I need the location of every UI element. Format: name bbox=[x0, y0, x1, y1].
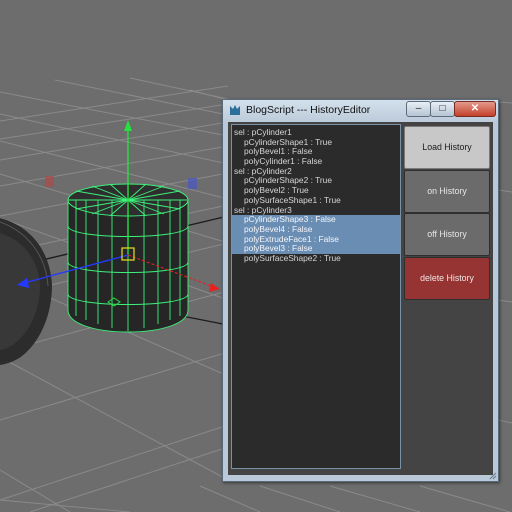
window-titlebar[interactable]: BlogScript --- HistoryEditor – □ ✕ bbox=[223, 100, 498, 122]
maya-window-icon bbox=[230, 105, 240, 115]
minimize-button[interactable]: – bbox=[406, 101, 431, 117]
resize-grip-icon[interactable] bbox=[489, 472, 497, 480]
window-content: sel : pCylinder1 pCylinderShape1 : True po… bbox=[228, 122, 493, 475]
close-icon: ✕ bbox=[470, 103, 480, 114]
close-button[interactable]: ✕ bbox=[454, 101, 496, 117]
minimize-icon: – bbox=[415, 103, 422, 114]
list-item[interactable]: polySurfaceShape2 : True bbox=[232, 253, 400, 264]
maximize-icon: □ bbox=[439, 103, 446, 114]
delete-history-button[interactable]: delete History bbox=[404, 257, 490, 300]
off-history-button[interactable]: off History bbox=[404, 213, 490, 256]
load-history-button[interactable]: Load History bbox=[404, 126, 490, 169]
window-title: BlogScript --- HistoryEditor bbox=[246, 104, 371, 116]
maximize-button[interactable]: □ bbox=[430, 101, 455, 117]
history-editor-window[interactable]: BlogScript --- HistoryEditor – □ ✕ sel :… bbox=[222, 99, 499, 482]
on-history-button[interactable]: on History bbox=[404, 170, 490, 213]
history-text-list[interactable]: sel : pCylinder1 pCylinderShape1 : True po… bbox=[231, 124, 401, 469]
